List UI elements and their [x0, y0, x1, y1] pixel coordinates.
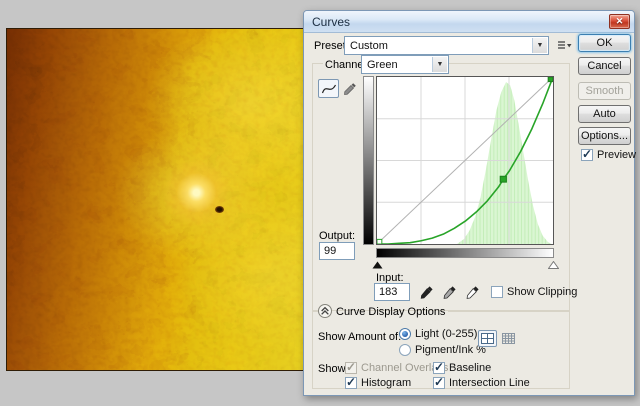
channel-value: Green	[367, 59, 398, 71]
list-menu-icon	[556, 39, 572, 52]
simple-grid-icon	[481, 333, 494, 344]
radio-light-label: Light (0-255)	[415, 328, 477, 340]
show-clipping-checkbox[interactable]: Show Clipping	[491, 286, 577, 298]
show-clipping-label: Show Clipping	[507, 286, 577, 298]
dialog-titlebar[interactable]: Curves	[304, 11, 634, 33]
radio-circle	[399, 328, 411, 340]
photoshop-workspace: Curves ✕ Preset: Custom ▼ OK Cancel Smoo…	[0, 0, 640, 406]
close-button[interactable]: ✕	[609, 14, 630, 29]
checkbox-box	[581, 149, 593, 161]
options-button[interactable]: Options...	[578, 127, 631, 145]
detailed-grid-button[interactable]	[500, 331, 517, 346]
histogram-label: Histogram	[361, 377, 411, 389]
point-curve-tool-button[interactable]	[318, 79, 339, 98]
input-gradient-bar	[376, 248, 554, 258]
input-field[interactable]: 183	[374, 283, 410, 301]
eyedropper-black-icon	[419, 284, 435, 300]
preset-menu-button[interactable]	[555, 38, 573, 52]
dialog-title: Curves	[312, 15, 350, 29]
radio-pigment-ink[interactable]: Pigment/Ink %	[399, 344, 486, 356]
double-chevron-up-icon	[320, 306, 330, 316]
display-options-header: Curve Display Options	[336, 306, 445, 318]
baseline-label: Baseline	[449, 362, 491, 374]
groupbox-line	[448, 311, 570, 312]
output-field[interactable]: 99	[319, 242, 355, 260]
output-label: Output:	[319, 230, 355, 242]
curve-icon	[321, 82, 337, 95]
radio-circle	[399, 344, 411, 356]
checkbox-box	[491, 286, 503, 298]
chevron-down-icon: ▼	[432, 57, 447, 72]
white-point-slider[interactable]	[548, 260, 559, 272]
intersection-line-label: Intersection Line	[449, 377, 530, 389]
checkbox-box	[345, 362, 357, 374]
curves-dialog: Curves ✕ Preset: Custom ▼ OK Cancel Smoo…	[303, 10, 635, 396]
curve-plot[interactable]	[376, 76, 554, 245]
chevron-down-icon: ▼	[532, 38, 547, 53]
checkbox-box	[345, 377, 357, 389]
pencil-icon	[343, 81, 358, 96]
eyedropper-gray-icon	[442, 284, 458, 300]
auto-button[interactable]: Auto	[578, 105, 631, 123]
white-point-eyedropper-button[interactable]	[465, 283, 481, 300]
show-label: Show:	[318, 363, 349, 375]
pencil-tool-button[interactable]	[342, 80, 358, 97]
checkbox-box	[433, 362, 445, 374]
radio-pigment-label: Pigment/Ink %	[415, 344, 486, 356]
black-point-slider[interactable]	[372, 260, 383, 272]
histogram-checkbox[interactable]: Histogram	[345, 377, 411, 389]
document-canvas-solar-image[interactable]	[6, 28, 304, 371]
show-amount-label: Show Amount of:	[318, 331, 401, 343]
detailed-grid-icon	[502, 333, 515, 344]
channel-dropdown[interactable]: Green ▼	[361, 55, 449, 74]
output-gradient-bar	[363, 76, 374, 245]
gray-point-eyedropper-button[interactable]	[442, 283, 458, 300]
preview-checkbox[interactable]: Preview	[581, 149, 636, 161]
green-channel-histogram	[457, 82, 552, 244]
preset-dropdown[interactable]: Custom ▼	[344, 36, 549, 55]
baseline-checkbox[interactable]: Baseline	[433, 362, 491, 374]
solar-active-region-flare	[7, 29, 303, 370]
input-value: 183	[379, 286, 397, 298]
eyedropper-white-icon	[465, 284, 481, 300]
smooth-button[interactable]: Smooth	[578, 82, 631, 100]
preset-value: Custom	[350, 40, 388, 52]
black-point-eyedropper-button[interactable]	[419, 283, 435, 300]
checkbox-box	[433, 377, 445, 389]
simple-grid-button[interactable]	[478, 330, 497, 347]
ok-button[interactable]: OK	[578, 34, 631, 52]
cancel-button[interactable]: Cancel	[578, 57, 631, 75]
radio-light[interactable]: Light (0-255)	[399, 328, 477, 340]
preview-label: Preview	[597, 149, 636, 161]
collapse-section-button[interactable]	[318, 304, 332, 318]
output-value: 99	[324, 245, 336, 257]
intersection-line-checkbox[interactable]: Intersection Line	[433, 377, 530, 389]
